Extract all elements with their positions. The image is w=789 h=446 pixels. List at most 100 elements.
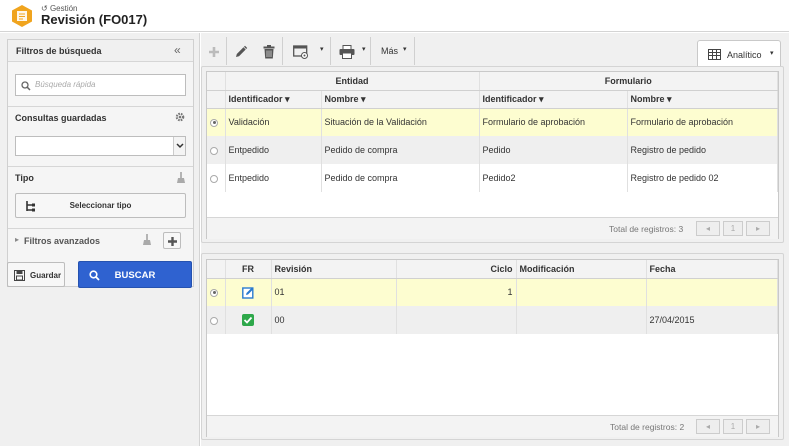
record-total: Total de registros: 2 <box>610 422 685 432</box>
page-title: Revisión (FO017) <box>41 12 148 27</box>
saved-queries-select[interactable] <box>15 136 186 156</box>
row-radio[interactable] <box>210 316 218 325</box>
column-header[interactable]: Identificador ▾ <box>225 90 322 109</box>
filter-panel-title: Filtros de búsqueda <box>16 46 102 56</box>
grid-footer: Total de registros: 3 ◂ 1 ▸ <box>207 217 778 239</box>
cell: Entpedido <box>225 136 322 164</box>
entity-grid: Entidad Formulario Identificador ▾ Nombr… <box>206 71 779 239</box>
column-header[interactable]: Modificación <box>516 260 647 279</box>
trash-icon <box>263 45 275 59</box>
add-button[interactable] <box>201 37 227 65</box>
row-radio[interactable] <box>210 174 218 183</box>
row-radio[interactable] <box>210 288 218 297</box>
entity-group-header: Entidad <box>225 72 480 91</box>
next-page-button[interactable]: ▸ <box>746 221 770 236</box>
prev-page-button[interactable]: ◂ <box>696 419 720 434</box>
view-menu-button[interactable]: ▾ <box>283 37 331 65</box>
page-number[interactable]: 1 <box>723 221 743 236</box>
sort-caret-icon: ▾ <box>361 93 366 104</box>
select-type-label: Seleccionar tipo <box>69 201 132 210</box>
column-header[interactable]: FR <box>225 260 272 279</box>
divider <box>8 228 193 229</box>
revision-grid: FR Revisión Ciclo Modificación Fecha 01 … <box>206 259 779 437</box>
table-row[interactable]: Validación Situación de la Validación Fo… <box>207 108 778 136</box>
cell: Registro de pedido 02 <box>627 164 778 192</box>
edit-button[interactable] <box>227 37 255 65</box>
cell: Validación <box>225 108 322 136</box>
filter-panel: Filtros de búsqueda « Búsqueda rápida Co… <box>7 39 194 287</box>
table-view-icon <box>708 49 721 60</box>
save-button[interactable]: Guardar <box>7 262 65 287</box>
cell: Pedido de compra <box>321 164 480 192</box>
more-label: Más <box>381 46 399 56</box>
quick-search-input[interactable]: Búsqueda rápida <box>15 74 186 96</box>
cell: 01 <box>271 278 397 306</box>
caret-down-icon: ▾ <box>770 50 774 57</box>
row-radio[interactable] <box>210 118 218 127</box>
page-number[interactable]: 1 <box>723 419 743 434</box>
cell: Pedido <box>479 136 628 164</box>
table-row[interactable]: Entpedido Pedido de compra Pedido Regist… <box>207 136 778 164</box>
delete-button[interactable] <box>255 37 283 65</box>
cell: 00 <box>271 306 397 334</box>
toolbar: ▾ ▾ Más ▾ Analítico ▾ <box>201 37 789 67</box>
prev-page-button[interactable]: ◂ <box>696 221 720 236</box>
caret-down-icon: ▾ <box>320 46 324 53</box>
column-header[interactable]: Ciclo <box>396 260 517 279</box>
form-group-header: Formulario <box>479 72 778 91</box>
column-header[interactable]: Identificador ▾ <box>479 90 628 109</box>
view-mode-selector[interactable]: Analítico ▾ <box>697 40 781 67</box>
pencil-icon <box>236 45 248 57</box>
quick-search-placeholder: Búsqueda rápida <box>35 80 96 89</box>
grid-footer: Total de registros: 2 ◂ 1 ▸ <box>207 415 778 437</box>
clear-broom-icon[interactable] <box>176 172 186 184</box>
sort-caret-icon: ▾ <box>667 93 672 104</box>
column-header[interactable]: Nombre ▾ <box>627 90 778 109</box>
cell: Registro de pedido <box>627 136 778 164</box>
table-row[interactable]: Entpedido Pedido de compra Pedido2 Regis… <box>207 164 778 192</box>
cell: Formulario de aprobación <box>627 108 778 136</box>
revision-grid-panel: FR Revisión Ciclo Modificación Fecha 01 … <box>201 253 784 440</box>
expand-arrow-icon[interactable]: ▸ <box>15 235 19 244</box>
search-label: BUSCAR <box>114 270 156 281</box>
divider <box>8 166 193 167</box>
cell <box>516 278 647 306</box>
cell <box>516 306 647 334</box>
form-logo-icon <box>12 5 32 27</box>
cell <box>396 306 517 334</box>
plus-icon <box>168 236 177 246</box>
window-view-icon <box>293 45 308 59</box>
entity-table: Entidad Formulario Identificador ▾ Nombr… <box>207 72 778 192</box>
caret-down-icon: ▾ <box>403 46 407 53</box>
next-page-button[interactable]: ▸ <box>746 419 770 434</box>
add-filter-button[interactable] <box>163 232 181 249</box>
caret-down-icon: ▾ <box>362 46 366 53</box>
search-icon <box>21 81 31 91</box>
print-button[interactable]: ▾ <box>331 37 371 65</box>
collapse-icon[interactable]: « <box>174 43 181 57</box>
more-menu-button[interactable]: Más ▾ <box>371 37 415 65</box>
select-type-button[interactable]: Seleccionar tipo <box>15 193 186 218</box>
revision-table: FR Revisión Ciclo Modificación Fecha 01 … <box>207 260 778 334</box>
row-radio[interactable] <box>210 146 218 155</box>
filter-panel-header: Filtros de búsqueda <box>8 40 193 62</box>
column-header[interactable]: Nombre ▾ <box>321 90 480 109</box>
cell: 1 <box>396 278 517 306</box>
advanced-filters-label[interactable]: Filtros avanzados <box>24 236 100 246</box>
saved-queries-label: Consultas guardadas <box>15 113 107 123</box>
cell: Situación de la Validación <box>321 108 480 136</box>
clear-broom-icon[interactable] <box>142 234 152 246</box>
check-icon <box>242 314 254 326</box>
column-header[interactable]: Fecha <box>646 260 778 279</box>
app-header: ↺ Gestión Revisión (FO017) <box>0 0 789 32</box>
table-row[interactable]: 00 27/04/2015 <box>207 306 778 334</box>
search-button[interactable]: BUSCAR <box>78 261 192 288</box>
filter-sidebar: Filtros de búsqueda « Búsqueda rápida Co… <box>0 33 200 446</box>
column-header[interactable]: Revisión <box>271 260 397 279</box>
entity-grid-panel: Entidad Formulario Identificador ▾ Nombr… <box>201 66 784 243</box>
sort-caret-icon: ▾ <box>285 93 290 104</box>
gear-icon[interactable] <box>174 111 186 123</box>
view-mode-label: Analítico <box>727 50 762 60</box>
table-row[interactable]: 01 1 <box>207 278 778 306</box>
type-label: Tipo <box>15 173 34 183</box>
